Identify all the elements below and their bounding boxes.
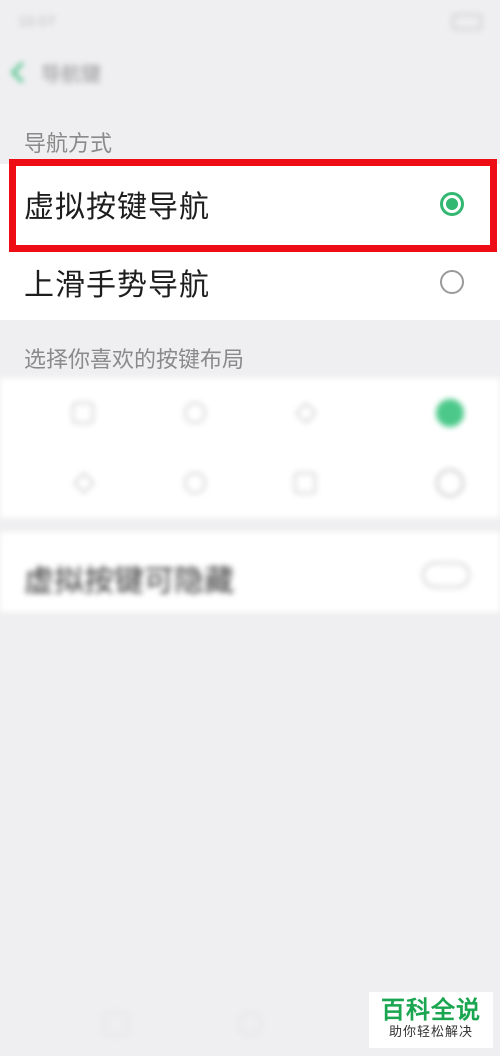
option-swipe-gesture[interactable]: 上滑手势导航 (0, 242, 500, 322)
highlight-box (9, 159, 497, 252)
back-triangle-icon (294, 401, 318, 425)
square-icon (294, 472, 316, 494)
radio-unchecked-icon[interactable] (436, 469, 464, 497)
hide-keys-label: 虚拟按键可隐藏 (24, 564, 234, 599)
radio-checked-icon[interactable] (436, 399, 464, 427)
layout-option-2[interactable] (0, 448, 500, 518)
page-title: 导航键 (41, 61, 101, 86)
circle-icon (184, 472, 206, 494)
home-circle-icon[interactable] (238, 1012, 262, 1036)
layout-options-card (0, 378, 500, 518)
radio-unchecked-icon[interactable] (440, 270, 464, 294)
title-bar: 导航键 (0, 44, 500, 100)
section-label-layout: 选择你喜欢的按键布局 (24, 348, 245, 373)
square-icon (72, 402, 94, 424)
battery-icon (452, 14, 482, 30)
circle-icon (184, 402, 206, 424)
status-time: 10:07 (18, 14, 56, 30)
back-icon[interactable] (10, 61, 33, 83)
watermark-subtitle: 助你轻松解决 (388, 1025, 473, 1040)
hide-keys-toggle[interactable] (422, 562, 470, 588)
layout-option-1[interactable] (0, 378, 500, 448)
watermark-logo: 百科全说 助你轻松解决 (369, 992, 493, 1048)
section-label-navigation: 导航方式 (24, 132, 113, 157)
option-label: 上滑手势导航 (24, 268, 210, 303)
status-bar: 10:07 (0, 0, 500, 44)
watermark-title: 百科全说 (381, 996, 481, 1024)
back-triangle-icon (72, 471, 96, 495)
square-icon[interactable] (104, 1012, 128, 1036)
